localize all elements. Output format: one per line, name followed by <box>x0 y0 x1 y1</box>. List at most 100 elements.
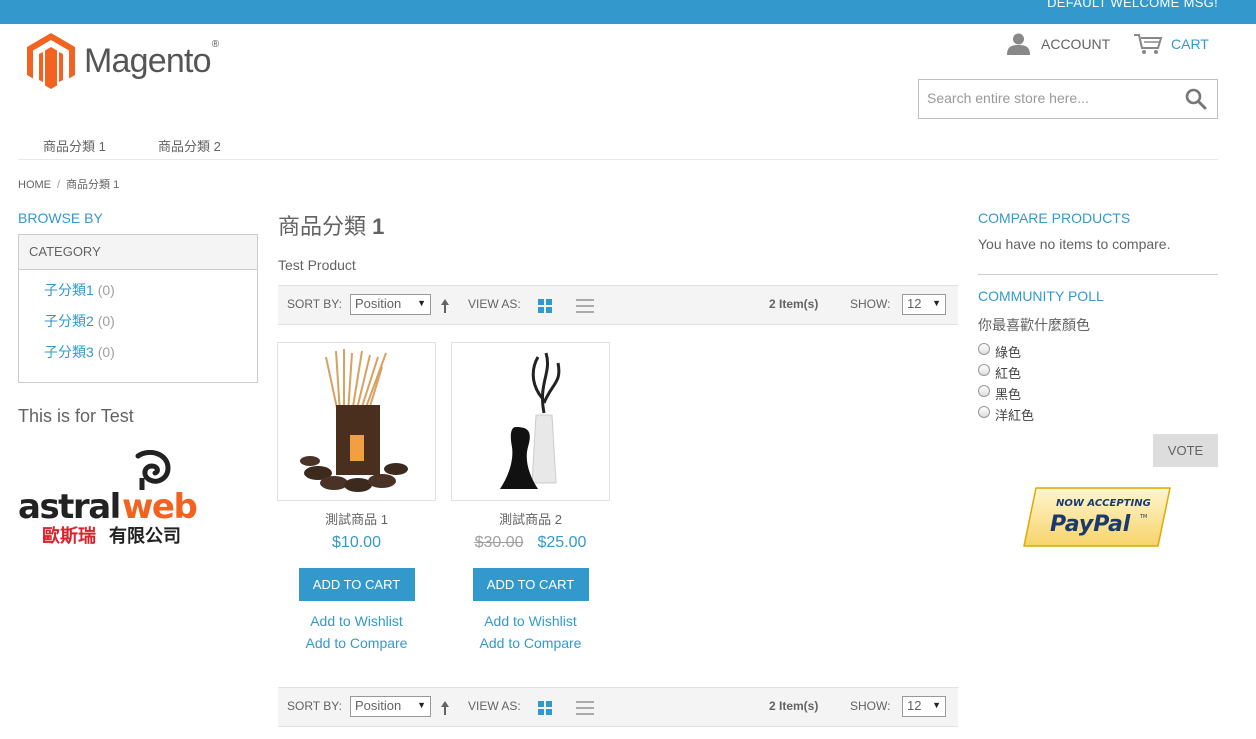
paypal-badge[interactable]: NOW ACCEPTING PayPal TM <box>1022 486 1174 548</box>
product-name[interactable]: 測試商品 1 <box>277 509 436 528</box>
promo-text: This is for Test <box>18 406 134 426</box>
astralweb-logo: astral web 歐斯瑞 有限公司 <box>18 450 198 547</box>
show-select[interactable]: 12 ▼ <box>902 294 946 315</box>
category-count: (0) <box>97 344 115 360</box>
sort-select[interactable]: Position ▼ <box>350 696 431 717</box>
breadcrumb-home[interactable]: HOME <box>18 179 51 191</box>
show-label: SHOW: <box>850 699 891 713</box>
paypal-tm: TM <box>1139 514 1147 520</box>
sort-select[interactable]: Position ▼ <box>350 294 431 315</box>
category-count: (0) <box>97 282 115 298</box>
search-icon[interactable] <box>1185 88 1207 110</box>
category-link[interactable]: 子分類3 <box>44 344 94 360</box>
add-to-compare-link[interactable]: Add to Compare <box>451 635 610 651</box>
product-photo <box>300 349 408 492</box>
browse-by-title: BROWSE BY <box>18 210 103 226</box>
poll-option-label: 綠色 <box>995 345 1022 360</box>
nav-item-category-1[interactable]: 商品分類 1 <box>43 136 106 155</box>
list-item: 子分類1 (0) <box>44 280 257 311</box>
add-to-wishlist-link[interactable]: Add to Wishlist <box>277 613 436 629</box>
list-view-icon[interactable] <box>576 299 594 313</box>
poll-option[interactable]: 綠色 <box>978 341 1034 362</box>
arrow-up-icon[interactable] <box>441 299 449 313</box>
grid-view-icon[interactable] <box>538 299 552 313</box>
main-navigation: 商品分類 1 商品分類 2 <box>18 130 1218 160</box>
poll-option[interactable]: 紅色 <box>978 362 1034 383</box>
category-count: (0) <box>97 313 115 329</box>
show-label: SHOW: <box>850 297 891 311</box>
user-icon <box>1007 33 1030 55</box>
nav-item-category-2[interactable]: 商品分類 2 <box>158 136 221 155</box>
view-as-label: VIEW AS: <box>468 699 521 713</box>
category-description: Test Product <box>278 257 356 273</box>
category-link[interactable]: 子分類1 <box>44 282 94 298</box>
breadcrumb: HOME / 商品分類 1 <box>18 176 119 192</box>
show-select-value: 12 <box>907 296 922 311</box>
logo-text: Magento <box>84 41 212 80</box>
product-price: $25.00 <box>537 534 587 551</box>
product-price: $10.00 <box>332 534 381 551</box>
poll-option-label: 紅色 <box>995 366 1022 381</box>
product-image[interactable] <box>451 342 610 501</box>
svg-text:web: web <box>122 487 196 527</box>
grid-view-icon[interactable] <box>538 701 552 715</box>
compare-empty-text: You have no items to compare. <box>978 236 1171 252</box>
toolbar-top: SORT BY: Position ▼ VIEW AS: 2 Item(s) SH… <box>278 285 958 325</box>
product-old-price: $30.00 <box>474 534 524 551</box>
poll-question: 你最喜歡什麼顏色 <box>978 317 1090 333</box>
items-count: 2 Item(s) <box>769 297 819 311</box>
cart-link[interactable]: CART <box>1133 33 1209 55</box>
list-item: 子分類3 (0) <box>44 342 257 373</box>
view-as-label: VIEW AS: <box>468 297 521 311</box>
add-to-compare-link[interactable]: Add to Compare <box>277 635 436 651</box>
radio-button[interactable] <box>978 342 990 355</box>
product-image[interactable] <box>277 342 436 501</box>
show-select[interactable]: 12 ▼ <box>902 696 946 717</box>
toolbar-bottom: SORT BY: Position ▼ VIEW AS: 2 Item(s) SH… <box>278 687 958 727</box>
radio-button[interactable] <box>978 405 990 418</box>
poll-option[interactable]: 黑色 <box>978 383 1034 404</box>
poll-option-label: 洋紅色 <box>995 408 1035 423</box>
sort-select-value: Position <box>355 296 402 311</box>
logo-registered-mark: ® <box>211 39 220 50</box>
page-title-number: 1 <box>372 214 385 239</box>
add-to-wishlist-link[interactable]: Add to Wishlist <box>451 613 610 629</box>
breadcrumb-separator: / <box>57 179 61 191</box>
items-count: 2 Item(s) <box>769 699 819 713</box>
account-label: ACCOUNT <box>1041 36 1111 52</box>
product-item: 測試商品 2 $30.00 $25.00 ADD TO CART Add to W… <box>451 342 610 651</box>
radio-button[interactable] <box>978 363 990 376</box>
magento-logo[interactable]: Magento ® <box>27 33 219 89</box>
paypal-line1: NOW ACCEPTING <box>1056 498 1151 509</box>
category-link[interactable]: 子分類2 <box>44 313 94 329</box>
divider <box>978 274 1218 275</box>
add-to-cart-button[interactable]: ADD TO CART <box>472 568 589 601</box>
cart-icon <box>1134 34 1163 54</box>
welcome-message: DEFAULT WELCOME MSG! <box>1047 0 1218 10</box>
price-box: $10.00 <box>277 534 436 552</box>
magento-logo-icon <box>27 33 75 89</box>
svg-text:有限公司: 有限公司 <box>109 525 181 547</box>
radio-button[interactable] <box>978 384 990 397</box>
list-view-icon[interactable] <box>576 701 594 715</box>
poll-option[interactable]: 洋紅色 <box>978 404 1034 425</box>
svg-text:astral: astral <box>18 487 120 527</box>
cart-label: CART <box>1171 36 1209 52</box>
show-select-value: 12 <box>907 698 922 713</box>
sort-label: SORT BY: <box>287 297 342 311</box>
page-title-text: 商品分類 <box>278 214 367 239</box>
arrow-up-icon[interactable] <box>441 701 449 715</box>
svg-text:歐斯瑞: 歐斯瑞 <box>42 525 96 547</box>
compare-products-title: COMPARE PRODUCTS <box>978 210 1131 226</box>
product-name[interactable]: 測試商品 2 <box>451 509 610 528</box>
category-filter-title[interactable]: CATEGORY <box>19 235 257 270</box>
account-link[interactable]: ACCOUNT <box>1006 33 1110 55</box>
product-item: 測試商品 1 $10.00 ADD TO CART Add to Wishlis… <box>277 342 436 651</box>
vote-button[interactable]: VOTE <box>1153 434 1218 467</box>
price-box: $30.00 $25.00 <box>451 534 610 552</box>
sort-label: SORT BY: <box>287 699 342 713</box>
search-input[interactable] <box>919 80 1169 116</box>
add-to-cart-button[interactable]: ADD TO CART <box>298 568 415 601</box>
poll-option-label: 黑色 <box>995 387 1022 402</box>
category-filter: CATEGORY 子分類1 (0) 子分類2 (0) 子分類3 (0) <box>18 234 258 383</box>
